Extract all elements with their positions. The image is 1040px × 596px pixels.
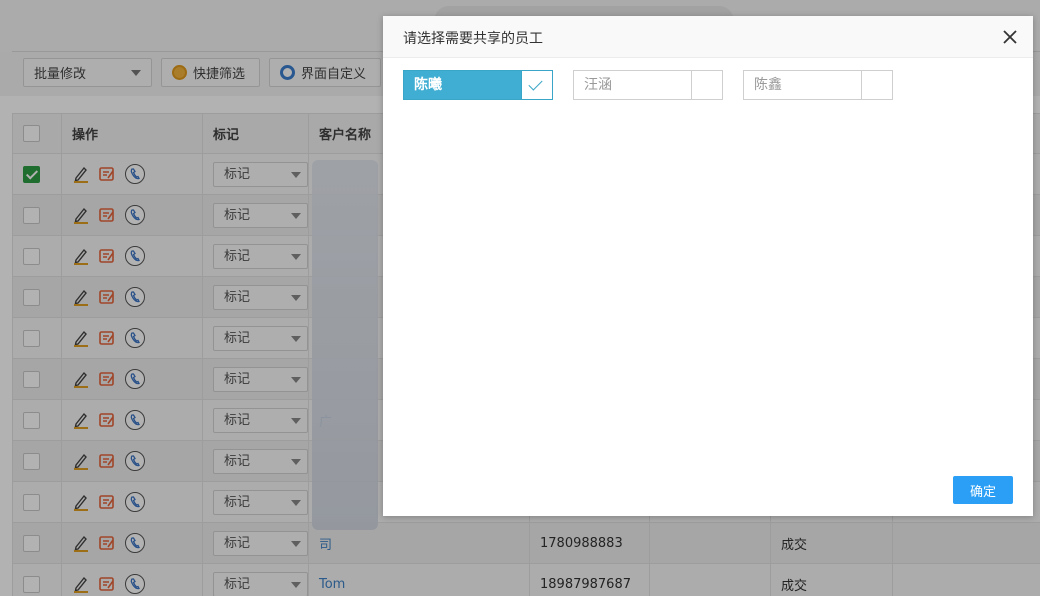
checkbox-box[interactable] bbox=[862, 71, 892, 99]
employee-name: 陈曦 bbox=[404, 71, 523, 99]
employee-name: 陈鑫 bbox=[744, 71, 863, 99]
employee-option[interactable]: 陈曦 bbox=[403, 70, 553, 100]
employee-list: 陈曦 汪涵 陈鑫 bbox=[403, 70, 893, 100]
check-icon[interactable] bbox=[522, 71, 552, 99]
dialog-title: 请选择需要共享的员工 bbox=[403, 31, 543, 47]
checkbox-box[interactable] bbox=[692, 71, 722, 99]
employee-name: 汪涵 bbox=[574, 71, 693, 99]
employee-option[interactable]: 汪涵 bbox=[573, 70, 723, 100]
employee-option[interactable]: 陈鑫 bbox=[743, 70, 893, 100]
confirm-button[interactable]: 确定 bbox=[953, 476, 1013, 504]
close-icon[interactable] bbox=[1001, 28, 1019, 46]
share-employee-dialog: 请选择需要共享的员工 陈曦 汪涵 陈鑫 确定 bbox=[383, 16, 1033, 516]
dialog-header: 请选择需要共享的员工 bbox=[383, 16, 1033, 58]
